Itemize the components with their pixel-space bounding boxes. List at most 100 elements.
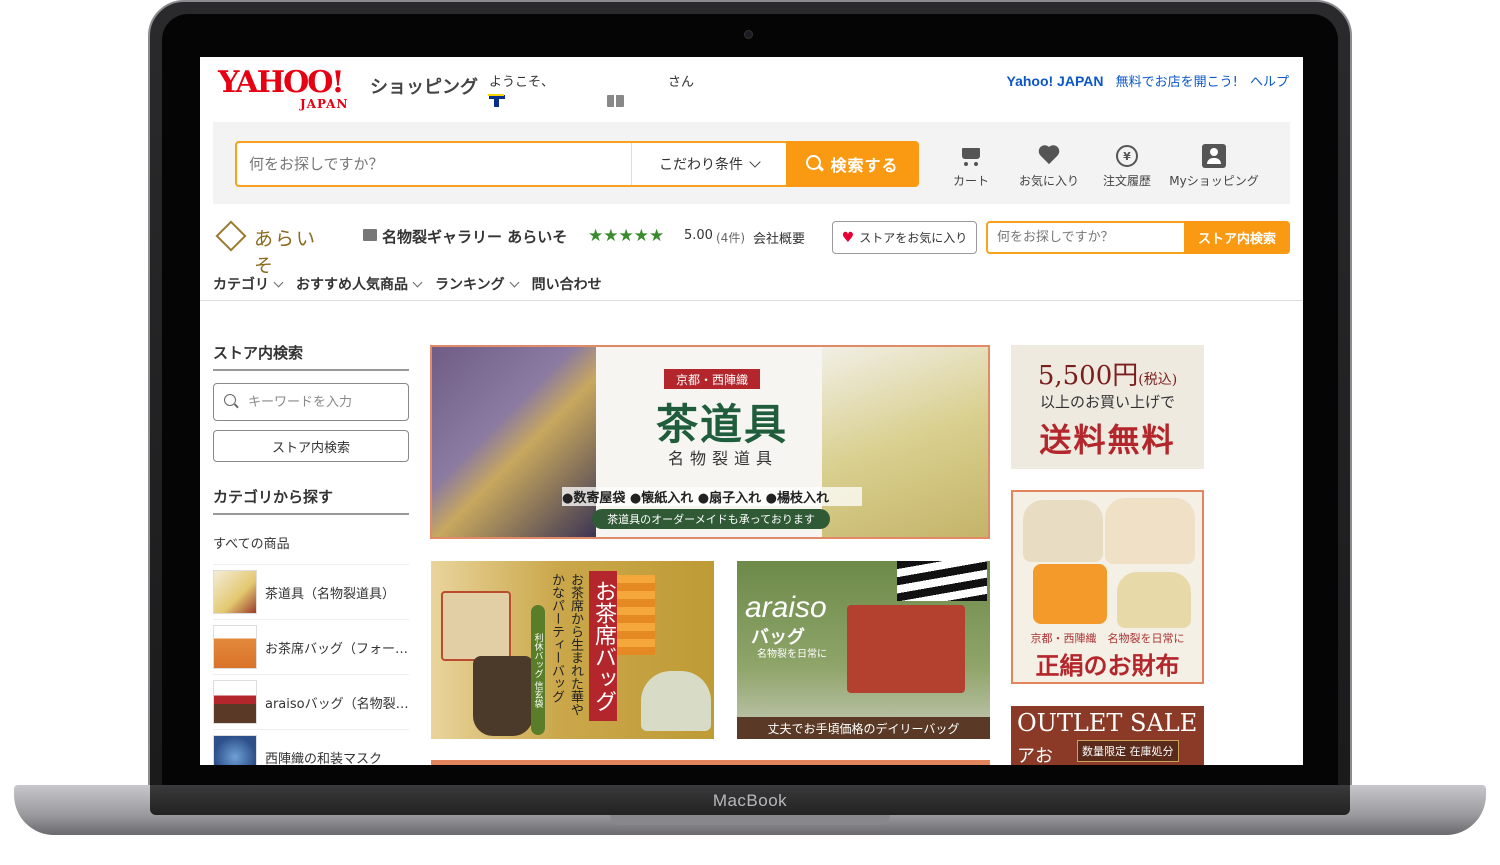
store-nav-recommended[interactable]: おすすめ人気商品 (296, 267, 423, 301)
outlet-tags: 数量限定 在庫処分 (1077, 740, 1179, 762)
outlet-sale-banner[interactable]: OUTLET SALE アお 数量限定 在庫処分 (1011, 706, 1204, 765)
store-logo[interactable]: あらいそ (215, 220, 333, 277)
search-button[interactable]: 検索する (786, 141, 919, 187)
bag-image (847, 605, 965, 693)
araiso-bottom-text: 丈夫でお手頃価格のデイリーバッグ (737, 717, 990, 739)
wallet-image (1033, 564, 1107, 624)
order-history-button[interactable]: ¥ 注文履歴 (1088, 142, 1166, 189)
top-links: Yahoo! JAPAN 無料でお店を開こう! ヘルプ (999, 71, 1290, 90)
yahoo-japan-link[interactable]: Yahoo! JAPAN (1007, 73, 1104, 89)
conditions-dropdown[interactable]: こだわり条件 (631, 143, 786, 185)
welcome-honorific: さん (668, 75, 695, 90)
store-nav-contact[interactable]: 問い合わせ (532, 267, 602, 301)
store-favorite-label: ストアをお気に入り (859, 231, 968, 245)
tea-bag-vertical-text: お茶席から生まれた華やかなパーティーバッグ (549, 573, 583, 716)
category-label: 茶道具（名物裂道具） (265, 586, 396, 602)
company-info-link[interactable]: 会社概要 (753, 228, 805, 247)
keyword-input[interactable] (248, 394, 398, 410)
shop-icon (363, 229, 377, 241)
wallet-banner[interactable]: 京都・西陣織 名物裂を日常に 正絹のお財布 (1011, 490, 1204, 684)
browser-screen: YAHOO! JAPAN ショッピング ようこそ、 さん Yahoo! JAPA… (200, 57, 1303, 765)
category-title: カテゴリから探す (213, 486, 409, 515)
category-thumbnail (213, 570, 257, 614)
store-nav-ranking[interactable]: ランキング (435, 267, 520, 301)
store-name[interactable]: 名物裂ギャラリー あらいそ (382, 226, 567, 247)
category-item[interactable]: 西陣織の和装マスク (213, 730, 409, 765)
search-band: こだわり条件 検索する カート お気に入り ¥ 注文履歴 (213, 122, 1290, 204)
outlet-left-text: アお (1017, 746, 1053, 765)
category-thumbnail (213, 735, 257, 765)
my-shopping-label: Myショッピング (1169, 174, 1259, 188)
chevron-down-icon (749, 156, 761, 168)
favorites-button[interactable]: お気に入り (1010, 142, 1088, 189)
tea-tools-banner[interactable]: 京都・西陣織 茶道具 名物裂道具 ●数寄屋袋 ●懐紙入れ ●扇子入れ ●楊枝入れ… (430, 345, 990, 539)
store-nav-label: 問い合わせ (531, 277, 602, 293)
category-label: お茶席バッグ（フォーマルバッグ） (265, 641, 409, 657)
shipping-price: 5,500円 (1037, 361, 1139, 391)
araiso-bag-banner[interactable]: araiso バッグ 名物裂を日常に 丈夫でお手頃価格のデイリーバッグ (737, 561, 990, 739)
tpoint-icon[interactable] (488, 94, 506, 108)
store-bar: あらいそ 名物裂ギャラリー あらいそ ★★★★★ 5.00 (4件) 会社概要 … (200, 214, 1303, 277)
yahoo-logo[interactable]: YAHOO! JAPAN (218, 65, 368, 112)
my-shopping-button[interactable]: Myショッピング (1166, 142, 1262, 189)
heart-icon (1038, 146, 1060, 166)
card-icon[interactable] (607, 95, 624, 107)
sidebar: ストア内検索 ストア内検索 カテゴリから探す すべての商品 茶道具（名物裂道具）… (213, 342, 409, 765)
wallet-title: 正絹のお財布 (1035, 651, 1180, 680)
tea-bag-banner[interactable]: 利休バッグ 信玄袋 お茶席から生まれた華やかなパーティーバッグ お茶席バッグ (431, 561, 714, 739)
bag-image (473, 656, 533, 736)
store-favorite-button[interactable]: ♥ ストアをお気に入り (832, 221, 977, 254)
search-icon (806, 155, 824, 173)
search-input[interactable] (237, 143, 631, 185)
wallet-image (1105, 498, 1195, 564)
store-nav: カテゴリ おすすめ人気商品 ランキング 問い合わせ (200, 267, 1303, 301)
open-store-link[interactable]: 無料でお店を開こう! (1116, 75, 1238, 90)
araiso-title: araiso (745, 591, 827, 624)
banner-tag: 京都・西陣織 (664, 369, 760, 389)
free-shipping-text: 送料無料 (1039, 421, 1176, 459)
wallet-image (1023, 500, 1103, 562)
search-icon (224, 394, 240, 410)
logo-main: YAHOO! (218, 65, 345, 100)
rating-value: 5.00 (684, 228, 713, 243)
store-nav-label: おすすめ人気商品 (296, 277, 408, 293)
device-brand-label: MacBook (712, 791, 788, 810)
store-nav-category[interactable]: カテゴリ (213, 267, 284, 301)
help-link[interactable]: ヘルプ (1250, 75, 1289, 90)
review-count[interactable]: (4件) (716, 229, 745, 246)
search-box: こだわり条件 検索する (235, 141, 919, 187)
person-icon (1202, 144, 1226, 168)
tea-bag-red-label: お茶席バッグ (589, 571, 617, 721)
keyword-box (213, 383, 409, 421)
store-search-button[interactable]: ストア内検索 (1184, 221, 1290, 254)
bag-image (617, 575, 655, 655)
store-search-input[interactable] (988, 223, 1182, 252)
tea-bag-green-label: 利休バッグ 信玄袋 (531, 605, 545, 735)
shipping-threshold: 5,500円(税込) (1011, 355, 1204, 392)
cart-button[interactable]: カート (932, 142, 1010, 189)
free-shipping-banner[interactable]: 5,500円(税込) 以上のお買い上げで 送料無料 (1011, 345, 1204, 469)
bag-image (641, 671, 711, 731)
chevron-down-icon (412, 277, 423, 287)
category-item[interactable]: お茶席バッグ（フォーマルバッグ） (213, 620, 409, 675)
outlet-title: OUTLET SALE (1017, 709, 1198, 737)
search-button-label: 検索する (830, 156, 899, 175)
store-nav-label: カテゴリ (213, 277, 269, 293)
banner-bullets: ●数寄屋袋 ●懐紙入れ ●扇子入れ ●楊枝入れ (562, 487, 862, 506)
banner-note: 茶道具のオーダーメイドも承っております (592, 509, 830, 529)
chevron-down-icon (509, 277, 520, 287)
wallet-image (1117, 572, 1191, 628)
category-label: 西陣織の和装マスク (265, 751, 383, 766)
cart-icon (958, 145, 984, 167)
banner-fabric-image (432, 347, 596, 537)
sidebar-search-button[interactable]: ストア内検索 (213, 430, 409, 462)
shipping-line: 以上のお買い上げで (1039, 393, 1175, 411)
category-item[interactable]: 茶道具（名物裂道具） (213, 565, 409, 620)
site-header: YAHOO! JAPAN ショッピング ようこそ、 さん Yahoo! JAPA… (200, 57, 1303, 121)
category-item[interactable]: araisoバッグ（名物裂バッグ） (213, 675, 409, 730)
bag-image (441, 591, 511, 661)
all-items-link[interactable]: すべての商品 (213, 515, 409, 565)
cart-label: カート (952, 174, 989, 188)
service-name[interactable]: ショッピング (370, 73, 478, 99)
next-banner-peek[interactable] (431, 760, 990, 765)
